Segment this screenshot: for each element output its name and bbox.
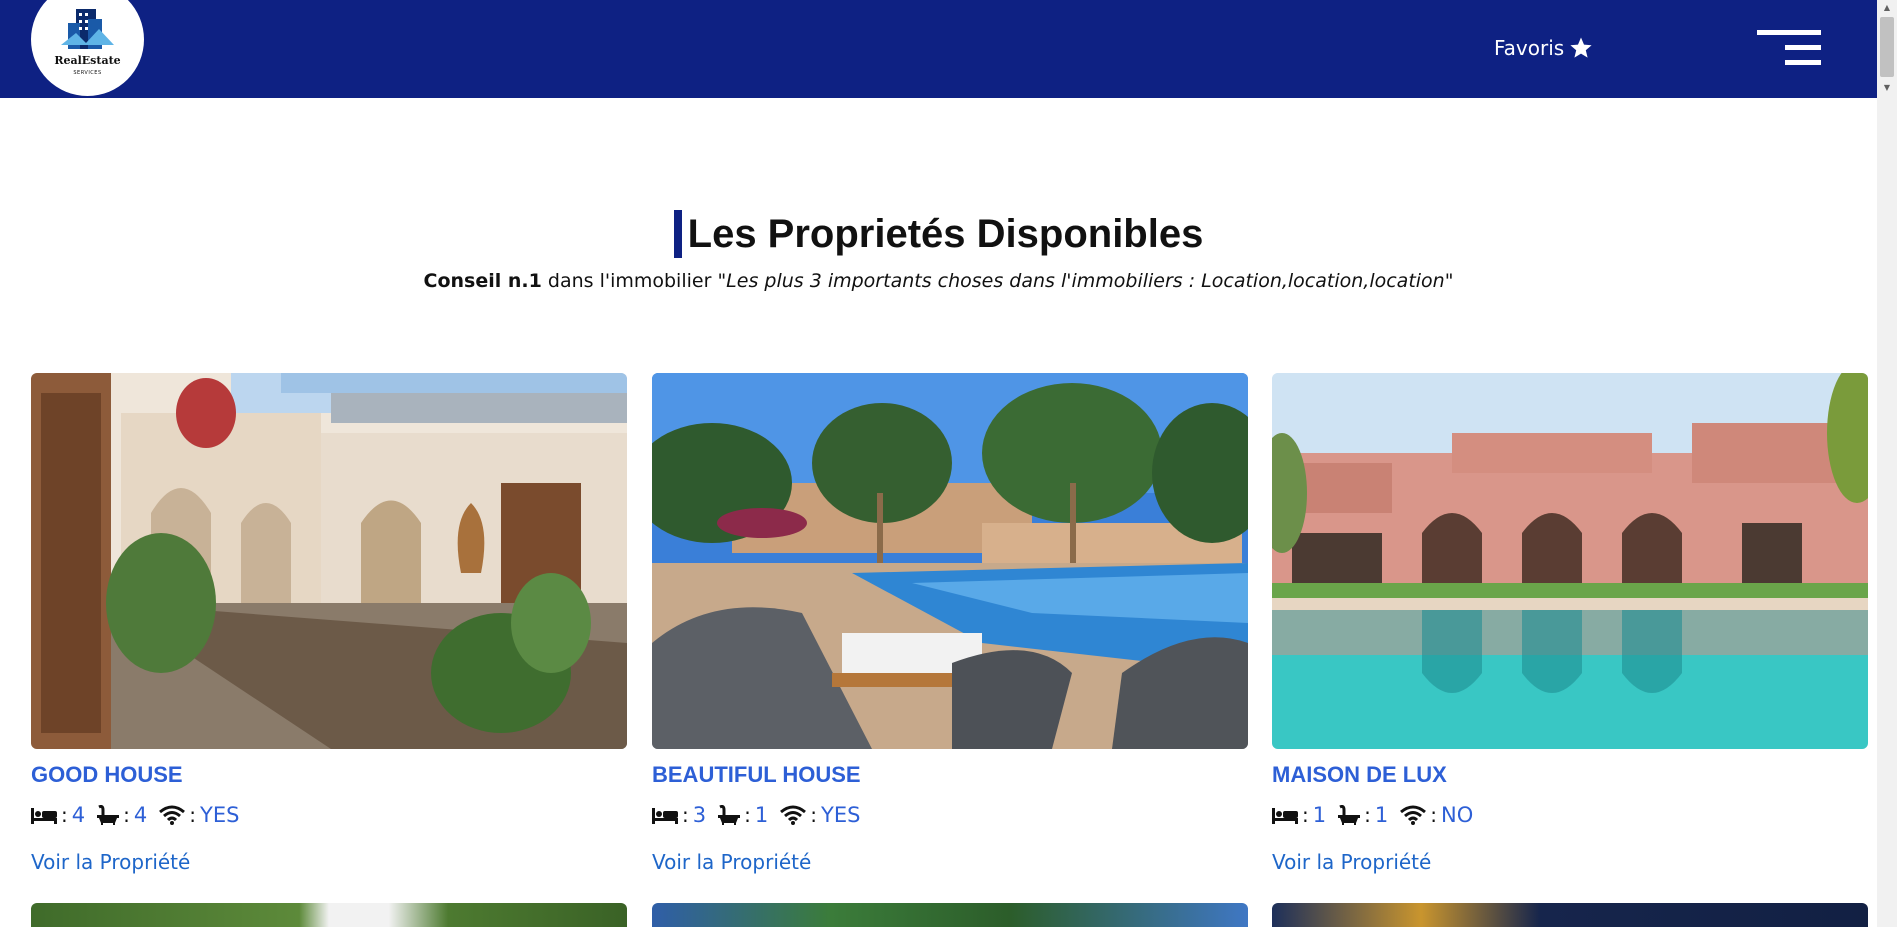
wifi-value: YES [821, 803, 861, 827]
scroll-up-arrow-icon[interactable]: ▲ [1877, 0, 1897, 16]
subtitle-text: dans l'immobilier [541, 270, 718, 292]
feature-separator: : [61, 803, 68, 827]
subtitle-bold: Conseil n.1 [423, 270, 542, 292]
property-image-riad-courtyard[interactable] [31, 373, 627, 749]
wifi-icon [780, 805, 807, 825]
title-accent-bar [673, 210, 682, 258]
navbar: RealEstate SERVICES Favoris [0, 0, 1877, 98]
bed-icon [652, 806, 678, 824]
bathrooms-value: 1 [1374, 803, 1389, 827]
bathrooms-value: 1 [754, 803, 769, 827]
bedrooms-value: 1 [1312, 803, 1327, 827]
view-property-link[interactable]: Voir la Propriété [31, 850, 627, 874]
property-card-image-partial[interactable] [1272, 903, 1868, 927]
property-card: BEAUTIFUL HOUSE : 3 : 1 : YES Voir la Pr… [652, 373, 1248, 874]
view-property-link[interactable]: Voir la Propriété [652, 850, 1248, 874]
property-features: : 3 : 1 : YES [652, 801, 1248, 829]
wifi-value: YES [200, 803, 240, 827]
feature-separator: : [123, 803, 130, 827]
feature-separator: : [189, 803, 196, 827]
view-property-link[interactable]: Voir la Propriété [1272, 850, 1868, 874]
feature-separator: : [1430, 803, 1437, 827]
favorites-link[interactable]: Favoris [1494, 34, 1593, 62]
feature-wifi: : YES [159, 803, 239, 827]
feature-separator: : [1302, 803, 1309, 827]
feature-bathrooms: : 4 [97, 803, 147, 827]
logo-name: RealEstate [54, 54, 121, 67]
property-card-image-partial[interactable] [652, 903, 1248, 927]
hamburger-menu-icon[interactable] [1757, 30, 1821, 66]
logo-tagline: SERVICES [73, 70, 102, 76]
section-subtitle: Conseil n.1 dans l'immobilier "Les plus … [0, 270, 1877, 292]
feature-bathrooms: : 1 [1338, 803, 1388, 827]
wifi-value: NO [1441, 803, 1474, 827]
feature-separator: : [1364, 803, 1371, 827]
feature-bedrooms: : 4 [31, 803, 85, 827]
scroll-thumb[interactable] [1880, 17, 1894, 77]
property-features: : 4 : 4 : YES [31, 801, 627, 829]
section-heading: Les Proprietés Disponibles [0, 206, 1877, 262]
property-card: MAISON DE LUX : 1 : 1 : NO Voir la Propr… [1272, 373, 1868, 874]
bed-icon [1272, 806, 1298, 824]
property-card: GOOD HOUSE : 4 : 4 : YES Voir la Proprié… [31, 373, 627, 874]
subtitle-quote: "Les plus 3 importants choses dans l'imm… [717, 270, 1454, 292]
feature-bedrooms: : 3 [652, 803, 706, 827]
feature-separator: : [744, 803, 751, 827]
bathrooms-value: 4 [133, 803, 148, 827]
menu-bar [1785, 45, 1821, 50]
favorites-label: Favoris [1494, 36, 1565, 60]
bath-icon [97, 805, 120, 825]
property-title[interactable]: MAISON DE LUX [1272, 761, 1868, 789]
bath-icon [718, 805, 741, 825]
page-title: Les Proprietés Disponibles [687, 211, 1204, 256]
wifi-icon [159, 805, 186, 825]
wifi-icon [1400, 805, 1427, 825]
logo[interactable]: RealEstate SERVICES [31, 0, 144, 96]
property-image-pink-villa-pool[interactable] [1272, 373, 1868, 749]
feature-bathrooms: : 1 [718, 803, 768, 827]
feature-separator: : [810, 803, 817, 827]
menu-bar [1785, 60, 1821, 65]
feature-separator: : [682, 803, 689, 827]
bed-icon [31, 806, 57, 824]
scrollbar[interactable]: ▲ ▼ [1877, 0, 1897, 927]
property-image-palm-pool[interactable] [652, 373, 1248, 749]
feature-wifi: : NO [1400, 803, 1473, 827]
feature-bedrooms: : 1 [1272, 803, 1326, 827]
menu-bar [1757, 30, 1821, 35]
buildings-logo-icon [61, 9, 114, 49]
bedrooms-value: 4 [71, 803, 86, 827]
bedrooms-value: 3 [692, 803, 707, 827]
bath-icon [1338, 805, 1361, 825]
property-card-image-partial[interactable] [31, 903, 627, 927]
scroll-down-arrow-icon[interactable]: ▼ [1877, 80, 1897, 96]
feature-wifi: : YES [780, 803, 860, 827]
property-title[interactable]: BEAUTIFUL HOUSE [652, 761, 1248, 789]
star-icon [1570, 37, 1592, 58]
property-title[interactable]: GOOD HOUSE [31, 761, 627, 789]
property-features: : 1 : 1 : NO [1272, 801, 1868, 829]
